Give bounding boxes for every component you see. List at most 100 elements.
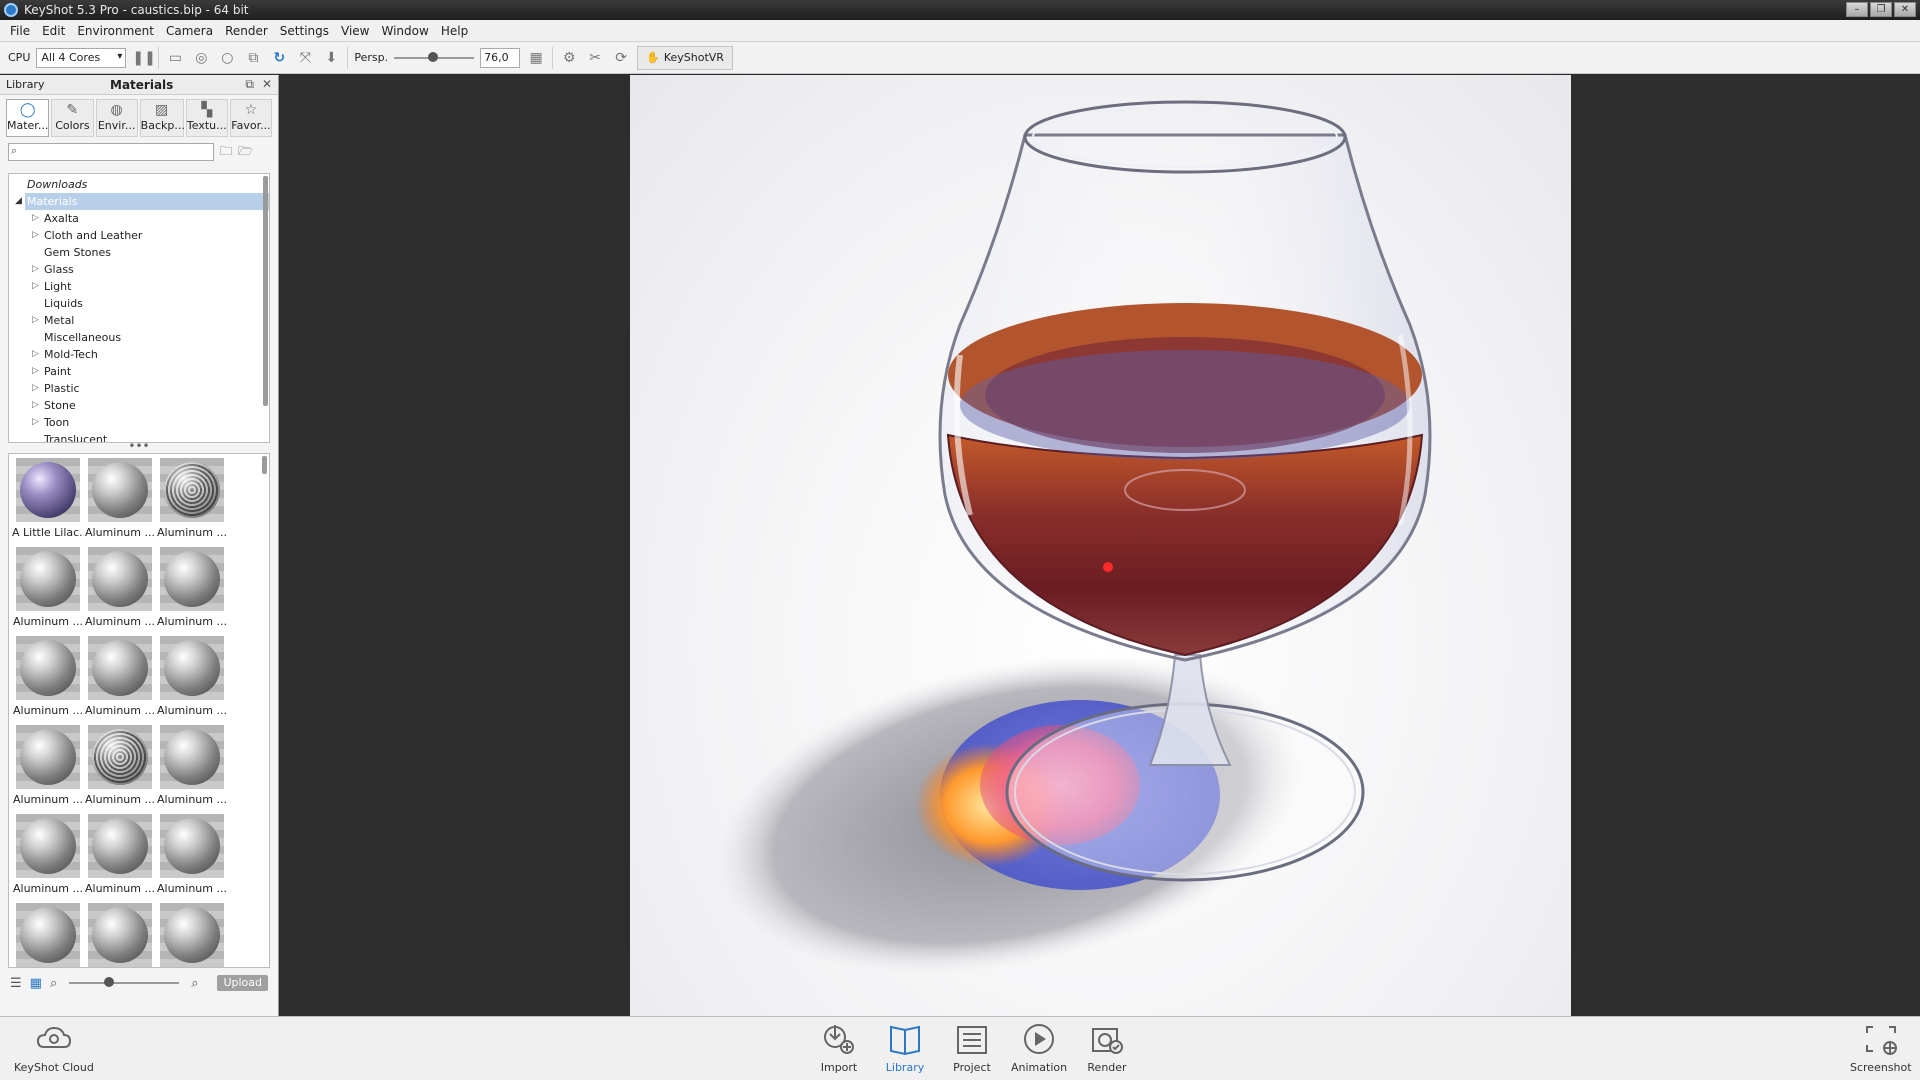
cores-select[interactable]: All 4 Cores <box>36 47 127 68</box>
tree-item[interactable]: ▷ Axalta <box>9 210 269 227</box>
remove-folder-icon[interactable]: 🗁 <box>238 142 253 163</box>
import-button[interactable]: Import <box>819 1021 859 1074</box>
material-thumbnail[interactable]: Aluminum ... <box>84 725 156 812</box>
maximize-button[interactable]: ❐ <box>1870 2 1892 17</box>
expand-arrow-icon[interactable]: ▷ <box>32 414 39 431</box>
tab-favorites[interactable]: ☆ Favor... <box>229 99 273 137</box>
grid-view-icon[interactable]: ▦ <box>30 976 42 991</box>
keyshotvr-button[interactable]: ✋ KeyShotVR <box>637 45 733 70</box>
material-thumbnail[interactable]: Aluminum ... <box>84 814 156 901</box>
tab-materials[interactable]: ◯ Mater... <box>6 99 50 137</box>
region-render-icon[interactable]: ▭ <box>165 48 185 68</box>
library-search-input[interactable]: ⌕ <box>8 143 214 161</box>
zoom-in-icon[interactable]: ⌕ <box>191 976 198 991</box>
material-thumbnail[interactable]: Aluminum ... <box>12 814 84 901</box>
grid-scrollbar[interactable] <box>262 456 267 474</box>
expand-arrow-icon[interactable]: ▷ <box>32 397 39 414</box>
tab-colors[interactable]: ✎ Colors <box>51 99 94 137</box>
material-thumbnail[interactable] <box>84 903 156 967</box>
material-thumbnail[interactable]: Aluminum ... <box>156 814 228 901</box>
fov-input[interactable]: 76,0 <box>480 47 521 68</box>
material-thumbnail[interactable]: Aluminum ... <box>84 458 156 545</box>
tree-item[interactable]: Miscellaneous <box>9 329 269 346</box>
menu-file[interactable]: File <box>4 24 36 38</box>
tree-item-materials[interactable]: ◢ Materials <box>15 193 269 210</box>
tree-item[interactable]: ▷ Plastic <box>9 380 269 397</box>
tree-item[interactable]: ▷ Mold-Tech <box>9 346 269 363</box>
material-thumbnail[interactable]: Aluminum ... <box>12 636 84 723</box>
material-thumbnail[interactable] <box>12 903 84 967</box>
tree-item-downloads[interactable]: Downloads <box>9 176 269 193</box>
tree-item[interactable]: ▷ Metal <box>9 312 269 329</box>
material-thumbnail[interactable]: Aluminum ... <box>156 725 228 812</box>
tree-item[interactable]: ▷ Glass <box>9 261 269 278</box>
library-button[interactable]: Library <box>885 1021 925 1074</box>
menu-view[interactable]: View <box>335 24 375 38</box>
keyshot-cloud-button[interactable]: KeyShot Cloud <box>14 1021 94 1074</box>
tree-item[interactable]: ▷ Light <box>9 278 269 295</box>
camera-snapshot-icon[interactable]: ◎ <box>191 48 211 68</box>
tree-item[interactable]: ▷ Cloth and Leather <box>9 227 269 244</box>
minimize-button[interactable]: – <box>1846 2 1868 17</box>
tree-item[interactable]: ▷ Paint <box>9 363 269 380</box>
refresh-icon[interactable]: ↻ <box>269 48 289 68</box>
expand-arrow-icon[interactable]: ▷ <box>32 278 39 295</box>
expand-arrow-icon[interactable]: ▷ <box>32 210 39 227</box>
menu-edit[interactable]: Edit <box>36 24 71 38</box>
tab-textures[interactable]: ▚ Textu... <box>185 99 228 137</box>
collapse-arrow-icon[interactable]: ◢ <box>15 193 22 210</box>
expand-arrow-icon[interactable]: ▷ <box>32 312 39 329</box>
tree-scrollbar[interactable] <box>263 176 268 406</box>
fit-view-icon[interactable]: ⤧ <box>295 48 315 68</box>
material-thumbnail[interactable]: Aluminum ... <box>156 636 228 723</box>
real-time-viewport[interactable] <box>280 75 1920 1016</box>
material-thumbnail[interactable] <box>156 903 228 967</box>
close-panel-icon[interactable]: ✕ <box>262 77 272 92</box>
fov-slider[interactable] <box>394 51 475 62</box>
list-view-icon[interactable]: ☰ <box>10 976 22 991</box>
menu-camera[interactable]: Camera <box>160 24 219 38</box>
add-folder-icon[interactable]: 🗀 <box>220 142 232 163</box>
splitter-grip[interactable]: ••• <box>0 440 278 453</box>
expand-arrow-icon[interactable]: ▷ <box>32 380 39 397</box>
project-button[interactable]: Project <box>952 1021 992 1074</box>
material-thumbnail[interactable]: Aluminum ... <box>12 725 84 812</box>
tree-item[interactable]: Translucent <box>9 431 269 442</box>
tree-item[interactable]: Liquids <box>9 295 269 312</box>
material-thumbnail[interactable]: Aluminum ... <box>156 547 228 634</box>
animation-button[interactable]: Animation <box>1011 1021 1067 1074</box>
copy-icon[interactable]: ⧉ <box>243 48 263 68</box>
screenshot-button[interactable]: Screenshot <box>1850 1021 1912 1074</box>
render-image[interactable] <box>630 75 1571 1016</box>
undock-icon[interactable]: ⧉ <box>245 77 254 92</box>
menu-help[interactable]: Help <box>435 24 474 38</box>
material-thumbnail[interactable]: A Little Lilac... <box>12 458 84 545</box>
tab-environments[interactable]: ◍ Envir... <box>95 99 138 137</box>
menu-environment[interactable]: Environment <box>71 24 160 38</box>
pause-icon[interactable]: ❚❚ <box>132 48 155 68</box>
tree-item[interactable]: Gem Stones <box>9 244 269 261</box>
expand-arrow-icon[interactable]: ▷ <box>32 363 39 380</box>
tab-backplates[interactable]: ▨ Backp... <box>139 99 185 137</box>
performance-mode-icon[interactable]: ⚙ <box>559 48 579 68</box>
render-button[interactable]: Render <box>1087 1021 1127 1074</box>
material-thumbnail[interactable]: Aluminum ... <box>84 547 156 634</box>
expand-arrow-icon[interactable]: ▷ <box>32 227 39 244</box>
drop-to-ground-icon[interactable]: ⬇ <box>321 48 341 68</box>
material-thumbnail[interactable]: Aluminum ... <box>84 636 156 723</box>
tree-item[interactable]: ▷ Stone <box>9 397 269 414</box>
menu-render[interactable]: Render <box>219 24 274 38</box>
sync-icon[interactable]: ○ <box>217 48 237 68</box>
thumbnail-size-knob[interactable] <box>104 977 115 987</box>
upload-button[interactable]: Upload <box>217 975 268 991</box>
menu-settings[interactable]: Settings <box>274 24 335 38</box>
grid-icon[interactable]: ▦ <box>526 48 546 68</box>
zoom-out-icon[interactable]: ⌕ <box>50 976 57 991</box>
material-thumbnail[interactable]: Aluminum ... <box>156 458 228 545</box>
expand-arrow-icon[interactable]: ▷ <box>32 346 39 363</box>
expand-arrow-icon[interactable]: ▷ <box>32 261 39 278</box>
turntable-icon[interactable]: ⟳ <box>611 48 631 68</box>
geometry-view-icon[interactable]: ✂ <box>585 48 605 68</box>
tree-item[interactable]: ▷ Toon <box>9 414 269 431</box>
menu-window[interactable]: Window <box>376 24 435 38</box>
